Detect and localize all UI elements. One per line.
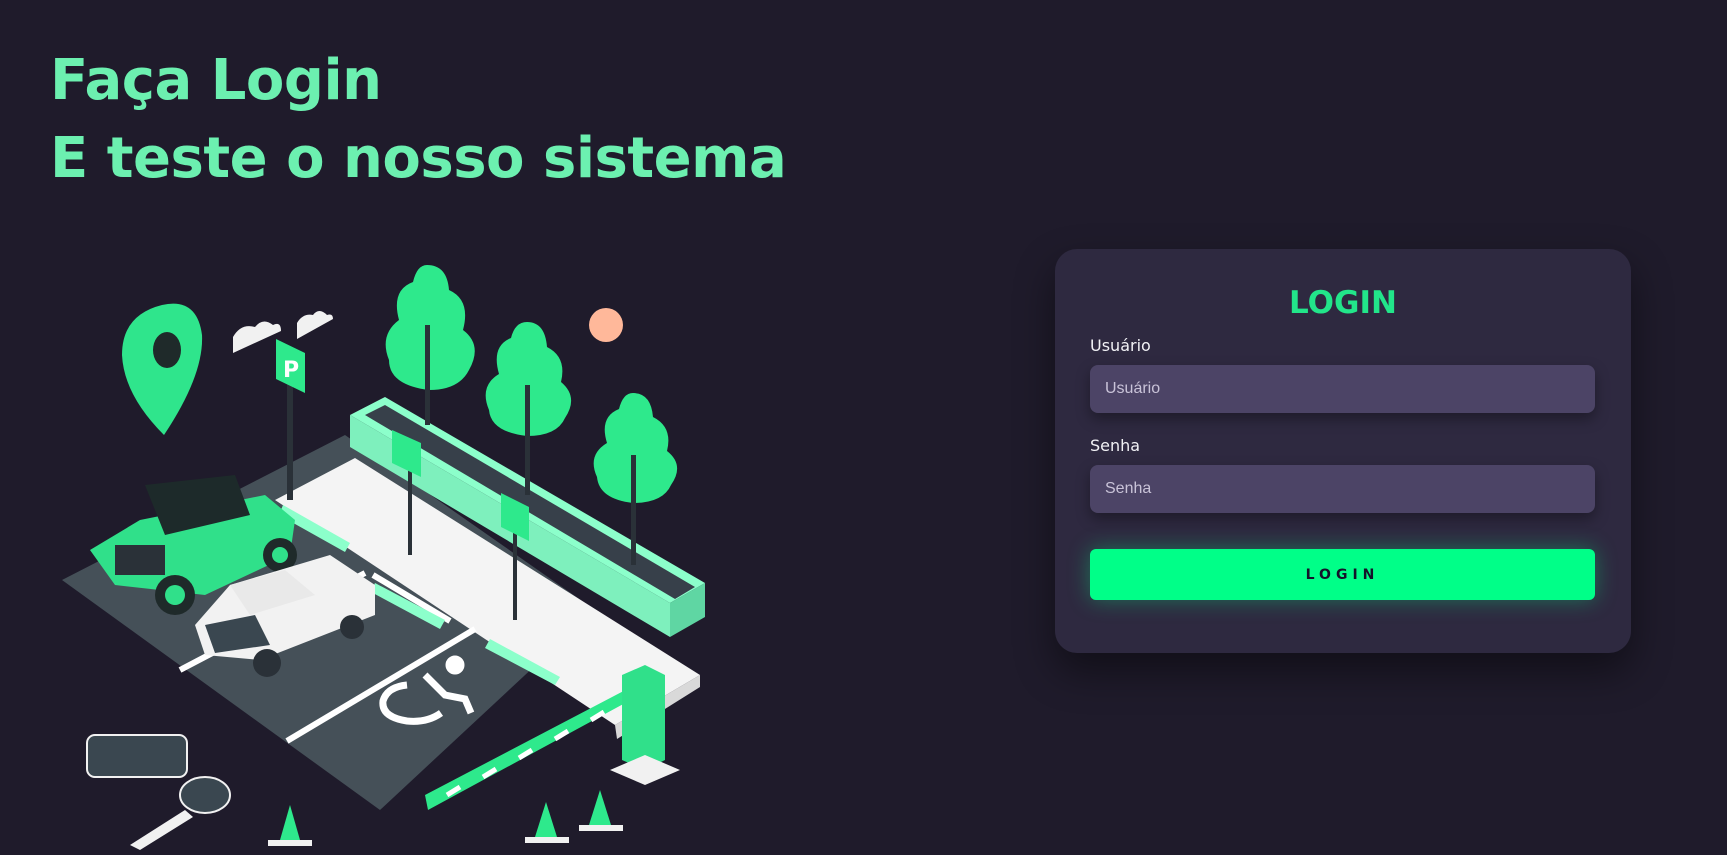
login-button[interactable]: LOGIN [1090,549,1595,600]
login-title: LOGIN [1289,285,1397,321]
tree [385,265,475,425]
svg-text:P: P [283,358,299,383]
sun-icon [589,308,623,342]
hero-headline: Faça Login E teste o nosso sistema [50,42,787,198]
password-label: Senha [1090,436,1141,455]
parking-lot-illustration: P [62,265,705,850]
car-key-icon [86,734,231,850]
hero-line-1: Faça Login [50,48,382,113]
username-label: Usuário [1090,336,1151,355]
username-input[interactable] [1090,365,1595,413]
login-card: LOGIN Usuário Senha LOGIN [1055,249,1631,653]
hero-line-2: E teste o nosso sistema [50,126,787,191]
password-input[interactable] [1090,465,1595,513]
location-pin-icon [122,303,203,435]
